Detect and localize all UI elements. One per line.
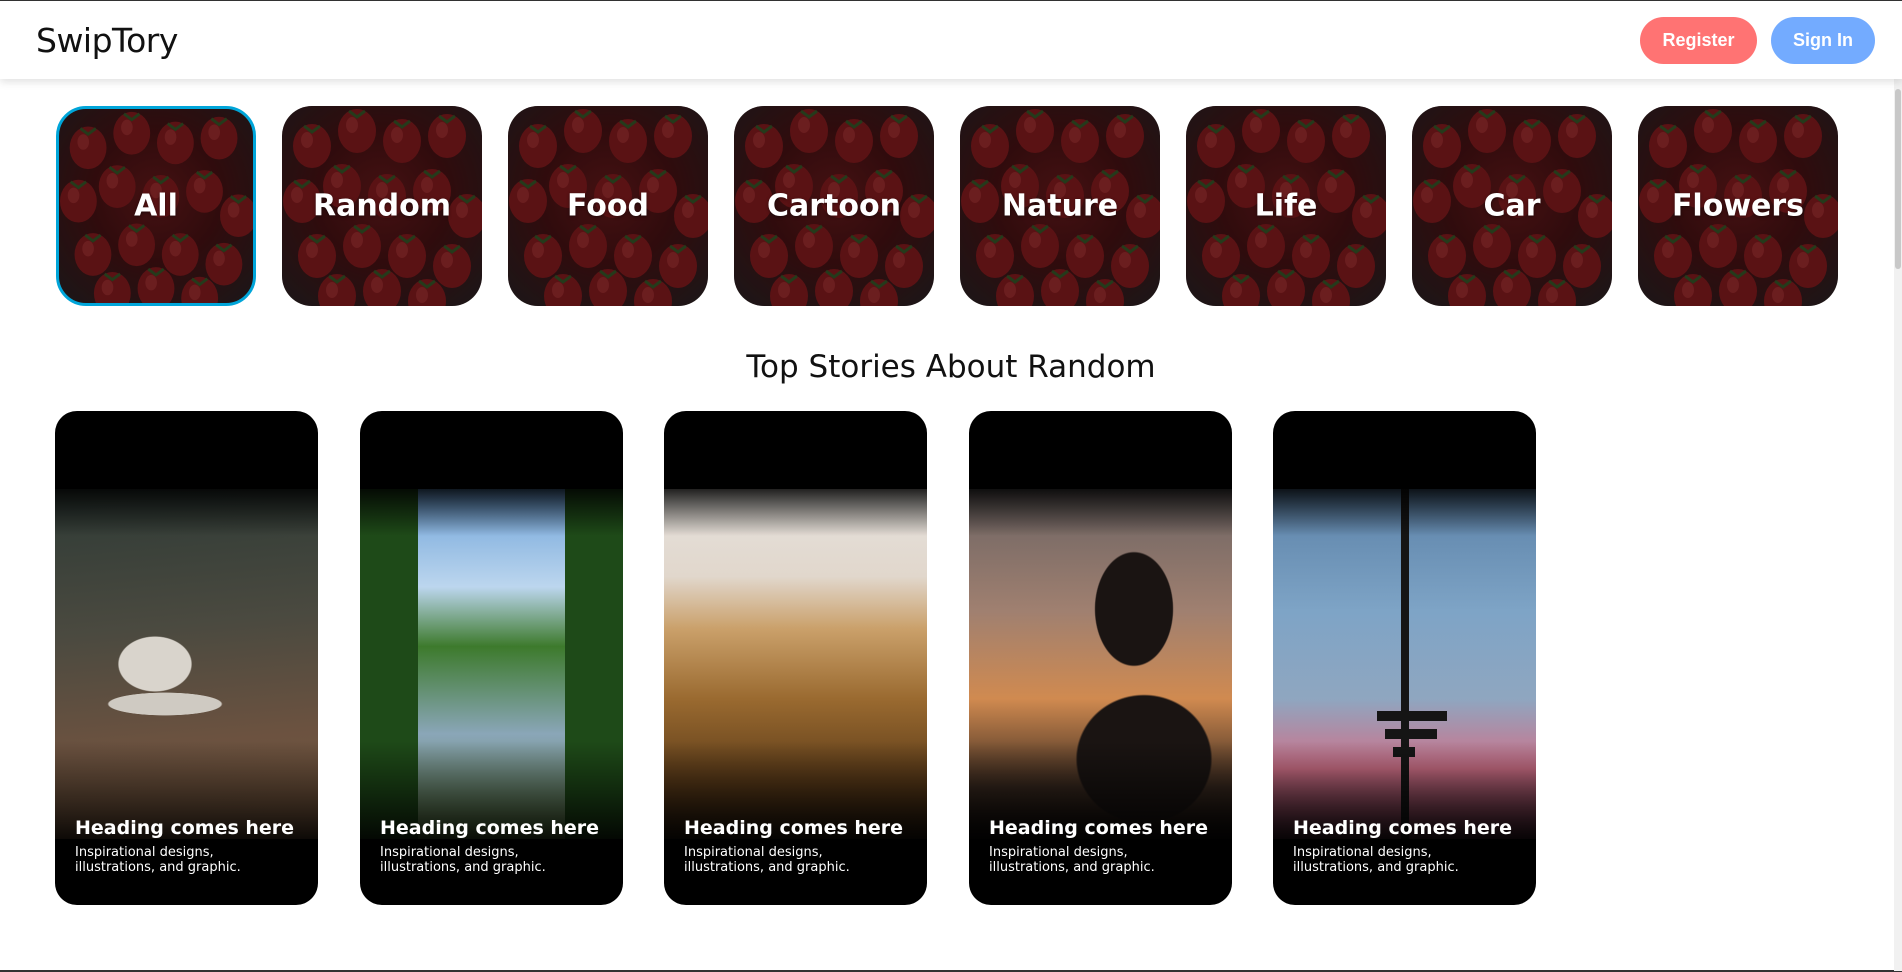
sign-in-button[interactable]: Sign In — [1771, 17, 1875, 64]
section-title: Top Stories About Random — [746, 349, 1156, 385]
top-navbar: SwipTory Register Sign In — [0, 1, 1902, 79]
story-card[interactable]: Heading comes here Inspirational designs… — [969, 411, 1232, 905]
story-description: Inspirational designs, illustrations, an… — [1293, 845, 1459, 875]
scrollbar-thumb[interactable] — [1895, 89, 1901, 269]
register-button[interactable]: Register — [1640, 17, 1757, 64]
category-label: Nature — [1001, 188, 1119, 224]
story-description: Inspirational designs, illustrations, an… — [75, 845, 241, 875]
category-label: Food — [567, 188, 649, 224]
story-card[interactable]: Heading comes here Inspirational designs… — [1273, 411, 1536, 905]
story-card[interactable]: Heading comes here Inspirational designs… — [55, 411, 318, 905]
story-heading: Heading comes here — [1293, 817, 1513, 839]
category-label: Flowers — [1671, 188, 1805, 224]
story-heading: Heading comes here — [380, 817, 600, 839]
page-scrollbar[interactable] — [1894, 79, 1902, 971]
story-description: Inspirational designs, illustrations, an… — [380, 845, 546, 875]
category-card-random[interactable]: Random — [282, 106, 482, 306]
category-label: Random — [312, 188, 452, 224]
story-description: Inspirational designs, illustrations, an… — [684, 845, 850, 875]
category-card-food[interactable]: Food — [508, 106, 708, 306]
category-label: All — [134, 188, 178, 224]
story-card[interactable]: Heading comes here Inspirational designs… — [664, 411, 927, 905]
story-heading: Heading comes here — [75, 817, 295, 839]
category-card-cartoon[interactable]: Cartoon — [734, 106, 934, 306]
category-card-life[interactable]: Life — [1186, 106, 1386, 306]
story-heading: Heading comes here — [989, 817, 1209, 839]
app-logo[interactable]: SwipTory — [36, 21, 178, 60]
story-description: Inspirational designs, illustrations, an… — [989, 845, 1155, 875]
story-card[interactable]: Heading comes here Inspirational designs… — [360, 411, 623, 905]
page: SwipTory Register Sign In All Random Foo… — [0, 0, 1902, 972]
category-card-all[interactable]: All — [56, 106, 256, 306]
category-label: Car — [1483, 188, 1541, 224]
story-heading: Heading comes here — [684, 817, 904, 839]
category-card-flowers[interactable]: Flowers — [1638, 106, 1838, 306]
category-card-nature[interactable]: Nature — [960, 106, 1160, 306]
category-label: Cartoon — [767, 188, 901, 224]
category-label: Life — [1254, 188, 1318, 224]
category-card-car[interactable]: Car — [1412, 106, 1612, 306]
